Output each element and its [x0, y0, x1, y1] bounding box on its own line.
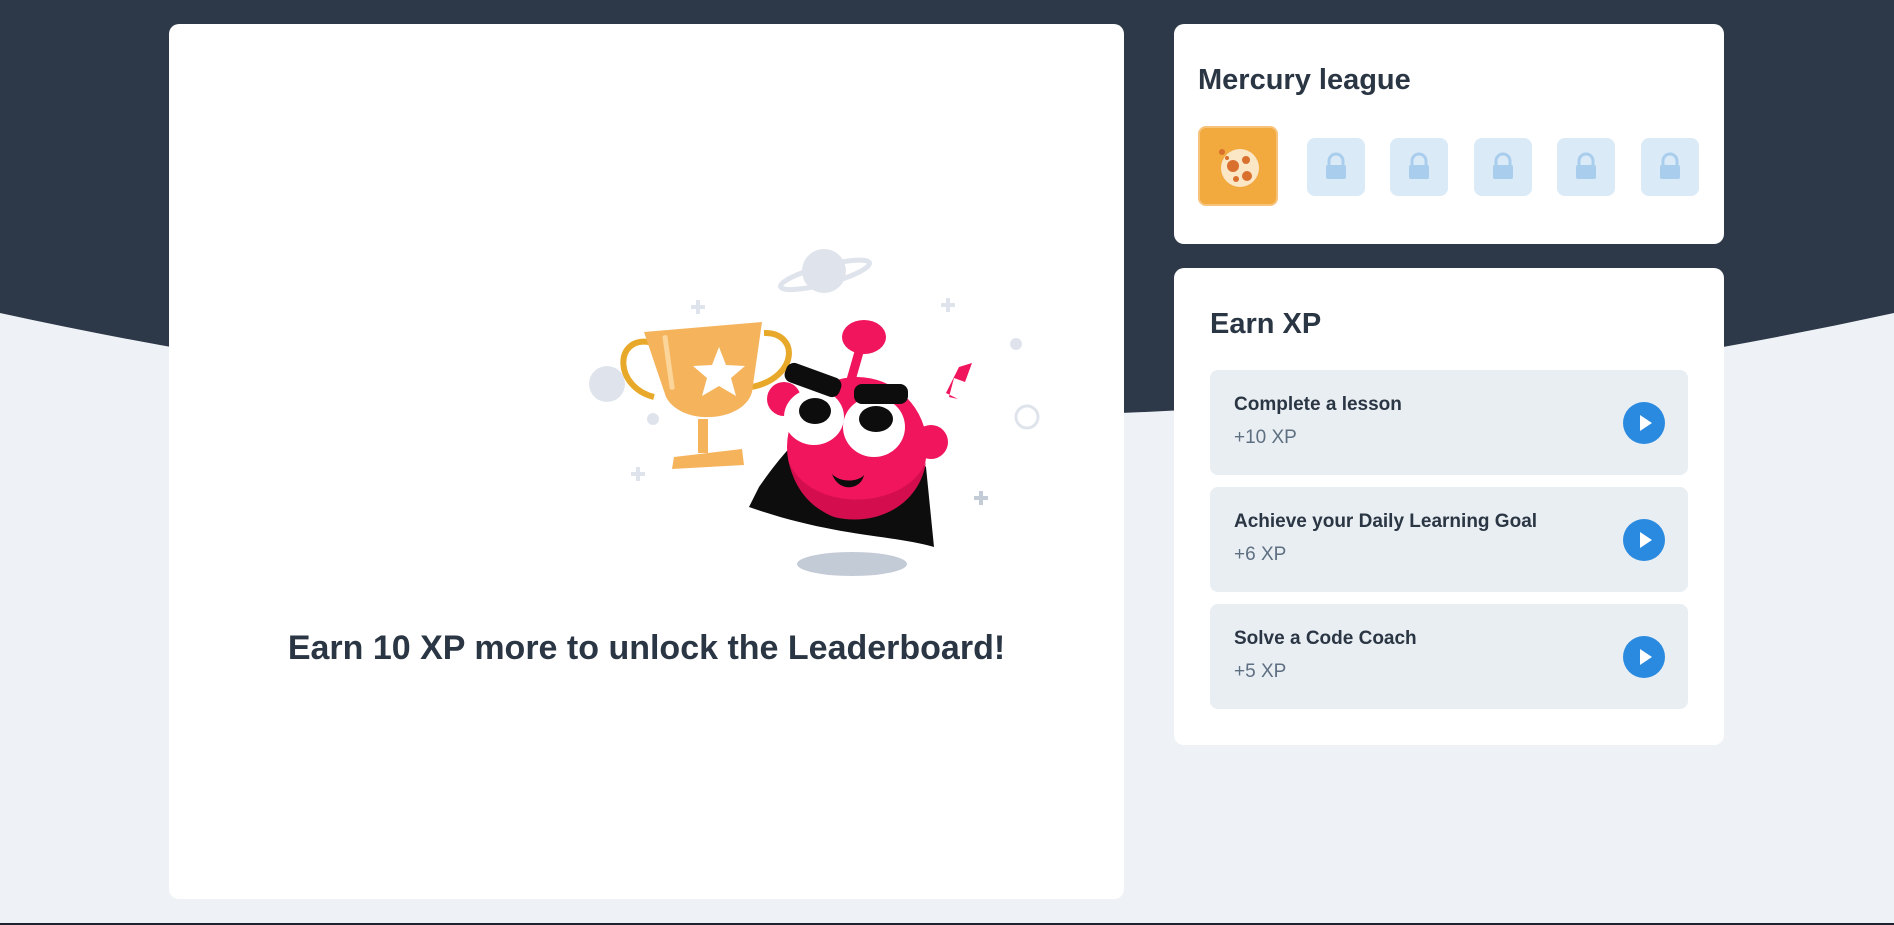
league-title: Mercury league	[1198, 64, 1411, 96]
mercury-league-icon	[1219, 149, 1259, 187]
unlock-leaderboard-message: Earn 10 XP more to unlock the Leaderboar…	[287, 629, 1006, 667]
start-task-button[interactable]	[1623, 519, 1665, 561]
xp-task-reward: +5 XP	[1234, 661, 1287, 682]
xp-task-label: Achieve your Daily Learning Goal	[1234, 511, 1538, 532]
locked-league-badge	[1557, 138, 1615, 196]
play-icon	[1640, 415, 1652, 431]
locked-league-badge	[1474, 138, 1532, 196]
trophy-mascot-illustration	[589, 249, 1040, 576]
league-card: Mercury league	[1174, 24, 1724, 244]
earn-xp-card: Earn XP Complete a lesson +10 XP Achieve…	[1174, 268, 1724, 745]
lock-icon	[1660, 152, 1680, 179]
start-task-button[interactable]	[1623, 402, 1665, 444]
leaderboard-card: Earn 10 XP more to unlock the Leaderboar…	[169, 24, 1124, 899]
lock-icon	[1409, 152, 1429, 179]
lock-icon	[1326, 152, 1346, 179]
play-icon	[1640, 649, 1652, 665]
locked-league-badge	[1307, 138, 1365, 196]
start-task-button[interactable]	[1623, 636, 1665, 678]
xp-task-daily-goal[interactable]: Achieve your Daily Learning Goal +6 XP	[1210, 487, 1688, 592]
mercury-league-badge[interactable]	[1198, 126, 1278, 206]
xp-task-code-coach[interactable]: Solve a Code Coach +5 XP	[1210, 604, 1688, 709]
lock-icon	[1576, 152, 1596, 179]
xp-task-label: Complete a lesson	[1234, 394, 1402, 415]
xp-task-reward: +10 XP	[1234, 427, 1297, 448]
lock-icon	[1493, 152, 1513, 179]
xp-task-label: Solve a Code Coach	[1234, 628, 1417, 649]
xp-task-complete-lesson[interactable]: Complete a lesson +10 XP	[1210, 370, 1688, 475]
locked-league-badge	[1641, 138, 1699, 196]
play-icon	[1640, 532, 1652, 548]
xp-task-reward: +6 XP	[1234, 544, 1287, 565]
earn-xp-title: Earn XP	[1210, 308, 1322, 340]
locked-league-badge	[1390, 138, 1448, 196]
